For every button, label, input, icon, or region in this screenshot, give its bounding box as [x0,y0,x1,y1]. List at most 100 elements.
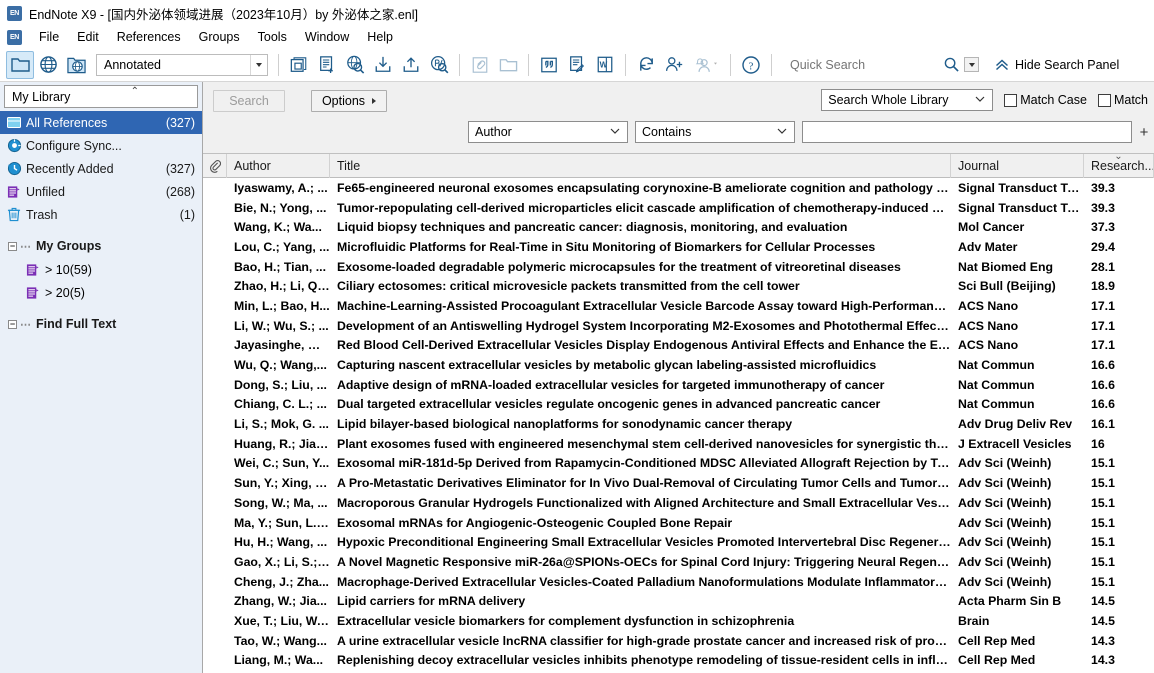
table-row[interactable]: Lou, C.; Yang, ... Microfluidic Platforms… [203,237,1154,257]
table-row[interactable]: Jayasinghe, M.... Red Blood Cell-Derived … [203,336,1154,356]
collapse-expander-icon[interactable]: − [8,241,17,251]
menu-groups[interactable]: Groups [190,28,249,46]
activity-feed-button[interactable] [688,51,724,79]
new-reference-button[interactable] [313,51,341,79]
sidebar-item-all-references[interactable]: All References (327) [0,111,202,134]
search-term-field[interactable] [802,121,1132,143]
format-bibliography-button[interactable] [563,51,591,79]
sidebar-item-recently-added[interactable]: Recently Added (327) [0,157,202,180]
table-row[interactable]: Song, W.; Ma, ... Macroporous Granular Hy… [203,493,1154,513]
table-row[interactable]: Zhao, H.; Li, Q.... Ciliary ectosomes: cr… [203,276,1154,296]
quick-search-input[interactable] [788,56,920,73]
search-button[interactable]: Search [213,90,285,112]
cell-attachment [203,454,227,474]
cell-journal: Adv Sci (Weinh) [958,515,1052,530]
column-header-author[interactable]: Author [227,153,330,178]
help-button[interactable]: ? [737,51,765,79]
table-row[interactable]: Cheng, J.; Zha... Macrophage-Derived Extr… [203,572,1154,592]
sidebar-item-configure-sync[interactable]: Configure Sync... [0,134,202,157]
table-row[interactable]: Ma, Y.; Sun, L.;... Exosomal mRNAs for An… [203,513,1154,533]
copy-references-button[interactable] [285,51,313,79]
column-header-journal[interactable]: Journal [951,153,1084,178]
menu-tools[interactable]: Tools [249,28,296,46]
menu-references[interactable]: References [108,28,190,46]
column-header-attachment[interactable] [203,153,227,178]
table-row[interactable]: Bie, N.; Yong, ... Tumor-repopulating cel… [203,198,1154,218]
match-words-checkbox[interactable]: Match [1097,93,1148,107]
table-row[interactable]: Chiang, C. L.; ... Dual targeted extracel… [203,395,1154,415]
column-header-title[interactable]: Title [330,153,951,178]
cell-title: Development of an Antiswelling Hydrogel … [337,318,951,333]
cell-attachment [203,355,227,375]
collapse-chevron-up-icon[interactable]: ⌃ [131,86,139,97]
cell-author: Min, L.; Bao, H... [234,298,330,313]
online-search-button[interactable] [341,51,369,79]
local-library-mode-button[interactable] [6,50,34,79]
table-row[interactable]: Wu, Q.; Wang,... Capturing nascent extrac… [203,355,1154,375]
share-library-button[interactable] [660,51,688,79]
sidebar-item-group-gt20[interactable]: > 20 (5) [0,281,202,304]
cell-author: Sun, Y.; Xing, L... [234,476,330,491]
cell-journal: Adv Sci (Weinh) [958,495,1052,510]
sidebar-group-find-full-text[interactable]: − ⋯ Find Full Text [0,312,202,336]
sync-button[interactable] [632,51,660,79]
cell-journal: Nat Commun [958,358,1035,373]
output-style-combo[interactable]: Annotated [96,53,268,76]
menu-file[interactable]: File [30,28,68,46]
table-row[interactable]: Hu, H.; Wang, ... Hypoxic Preconditional … [203,532,1154,552]
table-row[interactable]: Tao, W.; Wang... A urine extracellular ve… [203,631,1154,651]
cell-title: Exosomal mRNAs for Angiogenic-Osteogenic… [337,515,733,530]
menu-window[interactable]: Window [296,28,358,46]
insert-citation-button[interactable] [535,51,563,79]
open-file-button[interactable] [494,51,522,79]
sidebar-item-unfiled[interactable]: Unfiled (268) [0,180,202,203]
hide-search-panel-button[interactable]: Hide Search Panel [995,58,1119,72]
table-row[interactable]: Wei, C.; Sun, Y... Exosomal miR-181d-5p D… [203,454,1154,474]
options-button[interactable]: Options [311,90,387,112]
online-search-mode-button[interactable] [34,51,62,79]
cell-journal: Nat Commun [958,377,1035,392]
table-row[interactable]: Xue, T.; Liu, W.... Extracellular vesicle… [203,611,1154,631]
quick-search-chevron-down-icon[interactable] [964,57,979,72]
library-header[interactable]: My Library ⌃ [4,85,198,108]
table-row[interactable]: Wang, K.; Wa... Liquid biopsy techniques … [203,217,1154,237]
integrated-library-mode-button[interactable] [62,51,90,79]
table-row[interactable]: Gao, X.; Li, S.; ... A Novel Magnetic Res… [203,552,1154,572]
go-to-word-button[interactable]: W [591,51,619,79]
match-case-checkbox[interactable]: Match Case [1004,93,1087,107]
table-row[interactable]: Iyaswamy, A.; ... Fe65-engineered neurona… [203,178,1154,198]
output-style-chevron-down-icon[interactable] [250,54,267,75]
column-header-research[interactable]: ⌄ Research... [1084,153,1154,178]
endnote-menu-logo-icon[interactable]: EN [7,29,22,45]
menu-edit[interactable]: Edit [68,28,108,46]
sidebar-item-trash[interactable]: Trash (1) [0,203,202,226]
find-full-text-button[interactable] [425,51,453,79]
sidebar-item-group-gt10[interactable]: > 10 (59) [0,258,202,281]
table-row[interactable]: Liang, M.; Wa... Replenishing decoy extra… [203,651,1154,671]
table-row[interactable]: Huang, R.; Jia, ... Plant exosomes fused … [203,434,1154,454]
cell-journal: Signal Transduct Targ... [958,180,1084,195]
sidebar-group-my-groups[interactable]: − ⋯ My Groups [0,234,202,258]
table-row[interactable]: Li, W.; Wu, S.; ... Development of an Ant… [203,316,1154,336]
search-operator-select[interactable]: Contains [635,121,795,143]
table-row[interactable]: Li, S.; Mok, G. ... Lipid bilayer-based b… [203,414,1154,434]
search-scope-select[interactable]: Search Whole Library [821,89,994,111]
search-icon[interactable] [944,57,959,72]
table-row[interactable]: Min, L.; Bao, H... Machine-Learning-Assis… [203,296,1154,316]
open-link-button[interactable] [466,51,494,79]
import-button[interactable] [369,51,397,79]
cell-author: Cheng, J.; Zha... [234,574,329,589]
search-field-select[interactable]: Author [468,121,628,143]
export-button[interactable] [397,51,425,79]
add-search-row-button[interactable]: + [1136,124,1152,141]
cell-author: Liang, M.; Wa... [234,653,324,668]
table-row[interactable]: Zhang, W.; Jia... Lipid carriers for mRNA… [203,591,1154,611]
collapse-expander-icon-2[interactable]: − [8,319,17,329]
cell-title: Machine-Learning-Assisted Procoagulant E… [337,298,951,313]
table-row[interactable]: Bao, H.; Tian, ... Exosome-loaded degrada… [203,257,1154,277]
search-term-input[interactable] [803,122,1131,142]
table-row[interactable]: Sun, Y.; Xing, L... A Pro-Metastatic Deri… [203,473,1154,493]
cell-research: 18.9 [1091,279,1115,294]
menu-help[interactable]: Help [358,28,402,46]
table-row[interactable]: Dong, S.; Liu, ... Adaptive design of mRN… [203,375,1154,395]
